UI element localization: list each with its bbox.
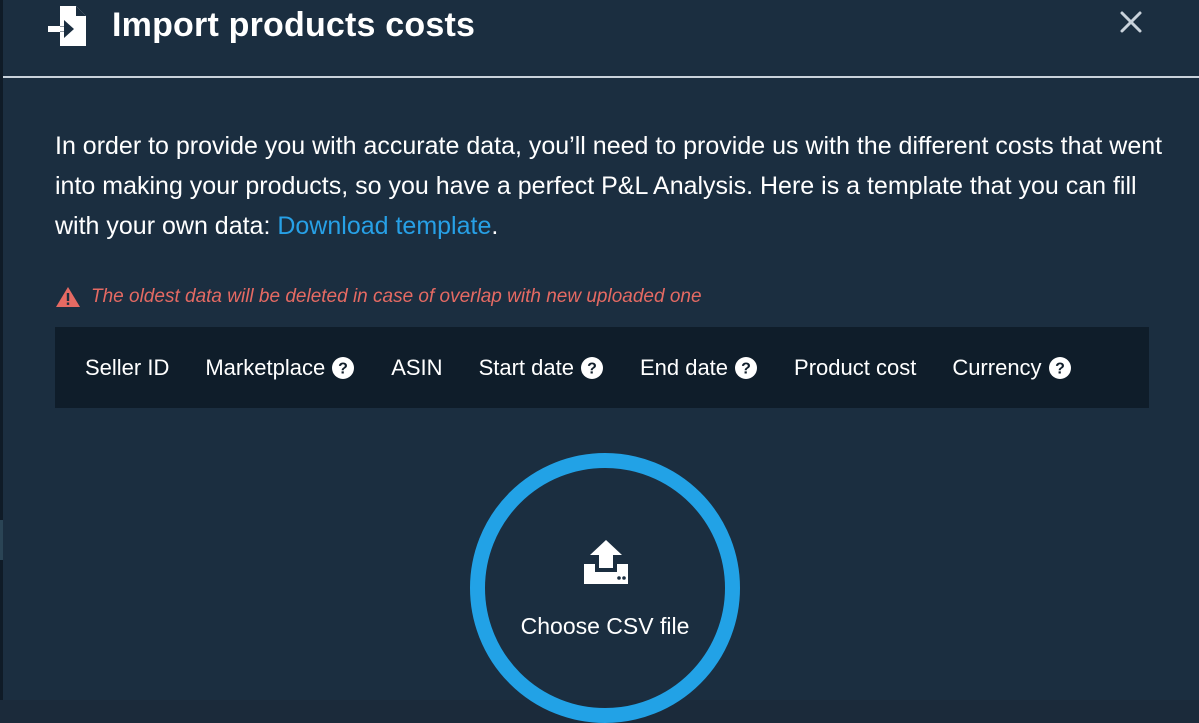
warning-text: The oldest data will be deleted in case …: [91, 286, 702, 307]
intro-paragraph: In order to provide you with accurate da…: [55, 126, 1165, 246]
download-template-link[interactable]: Download template: [277, 212, 491, 240]
import-dialog: Import products costs In order to provid…: [3, 0, 1199, 723]
column-label: ASIN: [391, 354, 443, 380]
help-icon[interactable]: ?: [331, 356, 355, 380]
close-button[interactable]: [1115, 6, 1147, 38]
choose-csv-button[interactable]: Choose CSV file: [470, 453, 740, 723]
intro-text: In order to provide you with accurate da…: [55, 132, 1163, 240]
dialog-title: Import products costs: [112, 6, 476, 44]
column-label: Product cost: [794, 354, 917, 380]
dialog-header: Import products costs: [3, 0, 1199, 78]
column-currency: Currency?: [952, 355, 1071, 381]
column-label: End date: [639, 354, 729, 380]
warning-triangle-icon: [56, 287, 80, 307]
column-marketplace: Marketplace?: [205, 355, 355, 381]
close-icon: [1120, 11, 1142, 33]
column-label: Seller ID: [85, 354, 170, 380]
column-label: Currency: [952, 354, 1042, 380]
column-label: Marketplace: [205, 354, 326, 380]
help-icon[interactable]: ?: [1048, 356, 1072, 380]
overlap-warning: The oldest data will be deleted in case …: [55, 286, 702, 308]
svg-text:?: ?: [587, 360, 597, 377]
file-import-icon: [46, 4, 90, 48]
column-asin: ASIN: [391, 355, 442, 381]
column-product-cost: Product cost: [794, 355, 916, 381]
csv-columns-header: Seller ID Marketplace? ASIN Start date? End …: [55, 327, 1149, 408]
help-icon[interactable]: ?: [734, 356, 758, 380]
column-end-date: End date?: [640, 355, 758, 381]
column-seller-id: Seller ID: [85, 355, 169, 381]
column-start-date: Start date?: [479, 355, 604, 381]
svg-text:?: ?: [338, 360, 348, 377]
svg-text:?: ?: [741, 360, 751, 377]
svg-text:?: ?: [1055, 360, 1065, 377]
upload-icon: [581, 538, 631, 588]
help-icon[interactable]: ?: [580, 356, 604, 380]
column-label: Start date: [478, 354, 574, 380]
intro-trailing: .: [491, 212, 499, 240]
upload-label: Choose CSV file: [520, 613, 690, 639]
